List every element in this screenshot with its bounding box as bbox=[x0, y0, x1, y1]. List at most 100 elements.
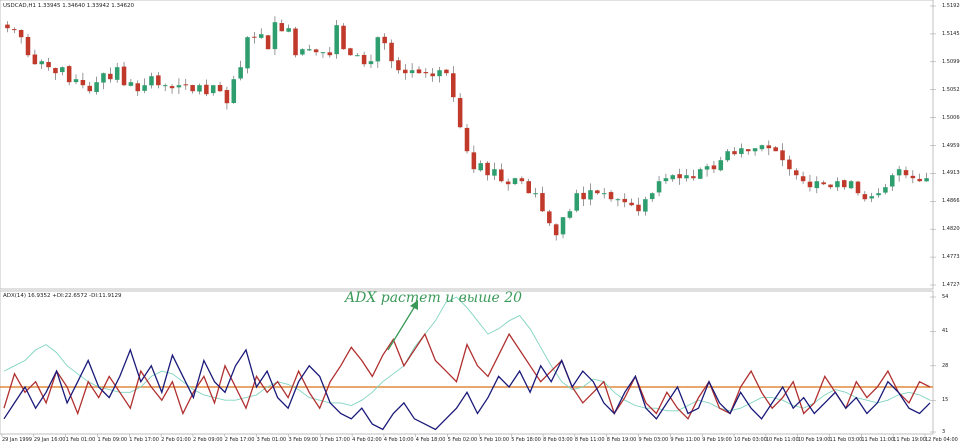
candle-body bbox=[80, 79, 86, 86]
time-tick-label: 10 Feb 11:00 bbox=[765, 437, 799, 443]
time-tick-label: 10 Feb 03:00 bbox=[734, 437, 767, 443]
candle-body bbox=[869, 196, 874, 199]
candle-body bbox=[896, 169, 902, 176]
time-tick-label: 3 Feb 01:00 bbox=[256, 437, 287, 443]
candle-body bbox=[670, 175, 676, 180]
candle-body bbox=[649, 193, 655, 200]
candle-body bbox=[368, 61, 374, 65]
candle-body bbox=[300, 49, 305, 55]
candle-body bbox=[505, 181, 511, 185]
time-tick-label: 9 Feb 11:00 bbox=[670, 437, 700, 443]
candle-body bbox=[423, 72, 429, 74]
symbol-title: USDCAD,H1 1.33945 1.34640 1.33942 1.3462… bbox=[3, 3, 134, 9]
candle-body bbox=[492, 169, 497, 176]
candle-body bbox=[793, 170, 799, 176]
time-tick-label: 11 Feb 03:00 bbox=[829, 437, 863, 443]
indicator-tick-label: 28 bbox=[942, 362, 949, 369]
candle-body bbox=[279, 23, 285, 32]
candle-body bbox=[5, 24, 10, 29]
candle-body bbox=[25, 36, 31, 56]
time-tick-label: 10 Feb 19:00 bbox=[797, 437, 831, 443]
time-tick-label: 5 Feb 10:00 bbox=[479, 437, 510, 443]
candle-body bbox=[190, 85, 195, 92]
candle-body bbox=[162, 85, 168, 87]
time-tick-label: 2 Feb 01:00 bbox=[161, 437, 191, 443]
candle-body bbox=[499, 169, 504, 182]
time-tick-label: 12 Feb 04:00 bbox=[925, 437, 958, 443]
indicator-tick-label: 15 bbox=[942, 397, 949, 404]
candle-body bbox=[245, 37, 250, 69]
candle-body bbox=[437, 70, 442, 77]
price-tick-label: 1.49595 bbox=[942, 142, 960, 149]
indicator-title: ADX(14) 16.9352 +DI:22.6572 -DI:11.9129 bbox=[3, 293, 122, 299]
candle-body bbox=[416, 69, 422, 74]
candle-body bbox=[622, 198, 628, 203]
candle-body bbox=[663, 178, 669, 182]
candle-body bbox=[156, 75, 161, 86]
price-tick-label: 1.48665 bbox=[942, 198, 960, 205]
candle-body bbox=[286, 28, 291, 32]
time-tick-label: 2 Feb 17:00 bbox=[224, 437, 255, 443]
candle-body bbox=[169, 86, 175, 89]
time-tick-label: 2 Feb 09:00 bbox=[192, 437, 223, 443]
candle-body bbox=[252, 36, 257, 38]
candle-body bbox=[471, 152, 477, 170]
candle-body bbox=[183, 84, 189, 86]
candle-body bbox=[848, 181, 854, 189]
candle-body bbox=[73, 79, 79, 83]
candle-body bbox=[39, 61, 44, 65]
candle-body bbox=[142, 85, 147, 91]
candle-body bbox=[890, 175, 895, 187]
ohlc-readout: 1.33945 1.34640 1.33942 1.34620 bbox=[37, 3, 134, 9]
price-tick-label: 1.51920 bbox=[942, 3, 960, 9]
candle-body bbox=[574, 193, 580, 211]
candle-body bbox=[656, 181, 662, 193]
price-tick-label: 1.50060 bbox=[942, 114, 960, 121]
time-tick-label: 29 Jan 1999 bbox=[2, 437, 32, 443]
candle-body bbox=[354, 55, 360, 57]
candle-body bbox=[306, 49, 312, 51]
price-tick-label: 1.50525 bbox=[942, 86, 960, 93]
candle-body bbox=[588, 190, 593, 200]
time-tick-label: 1 Feb 01:00 bbox=[65, 437, 96, 443]
candle-body bbox=[581, 192, 586, 200]
time-tick-label: 4 Feb 02:00 bbox=[352, 437, 382, 443]
price-tick-label: 1.48200 bbox=[942, 226, 960, 233]
candle-body bbox=[643, 199, 648, 212]
candle-body bbox=[855, 181, 861, 194]
candle-body bbox=[108, 73, 113, 80]
candle-body bbox=[238, 67, 243, 79]
candle-body bbox=[94, 82, 99, 93]
candle-body bbox=[231, 79, 237, 103]
candle-body bbox=[903, 170, 909, 176]
candle-body bbox=[334, 25, 339, 55]
candle-body bbox=[615, 199, 621, 201]
candle-body bbox=[12, 29, 17, 31]
candle-body bbox=[766, 145, 772, 149]
candle-body bbox=[787, 159, 792, 170]
candle-body bbox=[341, 25, 346, 50]
time-tick-label: 11 Feb 11:00 bbox=[861, 437, 895, 443]
candle-body bbox=[828, 184, 833, 188]
candle-body bbox=[348, 48, 353, 56]
candle-body bbox=[780, 150, 785, 161]
time-tick-label: 11 Feb 19:00 bbox=[893, 437, 926, 443]
candle-body bbox=[478, 163, 483, 171]
candle-body bbox=[444, 69, 449, 74]
candle-body bbox=[46, 62, 51, 68]
candle-body bbox=[60, 67, 65, 73]
candle-body bbox=[327, 52, 333, 56]
indicator-tick-label: 41 bbox=[942, 328, 949, 335]
candle-body bbox=[691, 176, 696, 179]
candle-body bbox=[636, 204, 641, 212]
chart-canvas[interactable] bbox=[0, 0, 960, 446]
time-tick-label: 4 Feb 10:00 bbox=[383, 437, 414, 443]
candle-body bbox=[430, 73, 435, 77]
time-tick-label: 8 Feb 19:00 bbox=[606, 437, 637, 443]
time-tick-label: 3 Feb 09:00 bbox=[288, 437, 319, 443]
candle-body bbox=[204, 84, 209, 95]
candle-body bbox=[32, 54, 38, 65]
candle-body bbox=[697, 169, 703, 179]
candle-body bbox=[512, 178, 518, 185]
candle-body bbox=[732, 151, 737, 155]
